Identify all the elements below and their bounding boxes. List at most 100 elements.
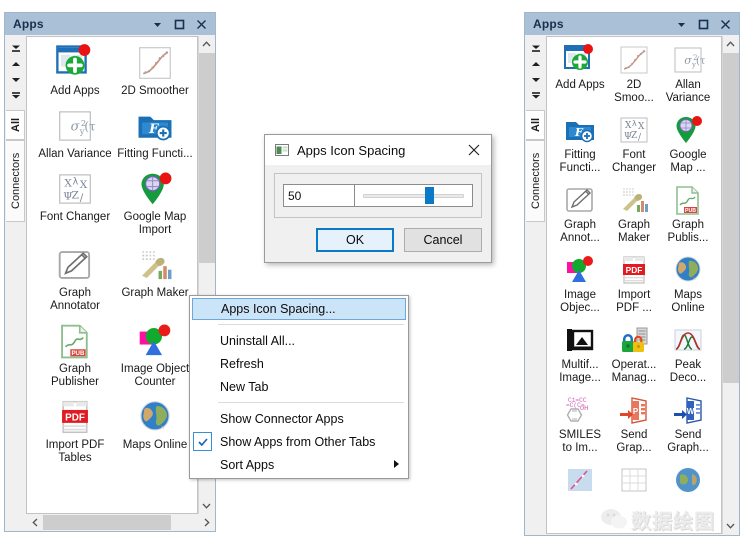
scroll-bottom-icon[interactable]	[528, 88, 544, 104]
apps-icon-area[interactable]: Add Apps 2D Smoother σ 2 y (τ) Allan Var…	[26, 36, 198, 514]
dropdown-icon[interactable]	[675, 18, 688, 31]
app-item[interactable]: σ 2 y (τ) Allan Variance	[35, 106, 115, 161]
menu-item[interactable]: Refresh	[190, 352, 408, 375]
add-apps-icon[interactable]	[55, 43, 95, 83]
app-item[interactable]: W Send Graph...	[661, 393, 715, 455]
app-item[interactable]: Graph Annot...	[553, 183, 607, 245]
app-item[interactable]: Add Apps	[35, 43, 115, 98]
add-apps-icon[interactable]	[563, 43, 597, 77]
font-changer-icon[interactable]: X λ X Ψ Z /	[55, 169, 95, 209]
operation-manager-icon[interactable]	[617, 323, 651, 357]
menu-item[interactable]: Show Connector Apps	[190, 407, 408, 430]
scroll-down-icon[interactable]	[8, 72, 24, 88]
import-pdf-tables-icon[interactable]: PDF	[55, 397, 95, 437]
app-item[interactable]: Graph Annotator	[35, 245, 115, 313]
restore-icon[interactable]	[173, 18, 186, 31]
app-item[interactable]: 2D Smoo...	[607, 43, 661, 105]
app-item[interactable]: Image Objec...	[553, 253, 607, 315]
cancel-button[interactable]: Cancel	[404, 228, 482, 252]
hscroll-thumb[interactable]	[43, 515, 171, 530]
app-item-partial[interactable]	[607, 463, 661, 499]
app-item[interactable]: 2D Smoother	[115, 43, 195, 98]
google-map-import-icon[interactable]	[671, 113, 705, 147]
apps-icon-area[interactable]: Add Apps 2D Smoo... σ 2 y (τ) Allan Vari…	[546, 36, 722, 534]
scrollbar-down-icon[interactable]	[723, 517, 739, 534]
graph-maker-icon[interactable]	[617, 183, 651, 217]
ok-button[interactable]: OK	[316, 228, 394, 252]
partial-globe-icon[interactable]	[671, 463, 705, 497]
app-item[interactable]: X λ X Ψ Z / Font Changer	[35, 169, 115, 237]
app-item[interactable]: Graph Maker	[607, 183, 661, 245]
graph-annotator-icon[interactable]	[563, 183, 597, 217]
scroll-top-icon[interactable]	[528, 40, 544, 56]
scroll-up-icon[interactable]	[8, 56, 24, 72]
app-item[interactable]: Maps Online	[661, 253, 715, 315]
vertical-scrollbar[interactable]	[722, 36, 738, 534]
app-item[interactable]: PDF Import PDF Tables	[35, 397, 115, 465]
send-graph-word-icon[interactable]: W	[671, 393, 705, 427]
context-menu[interactable]: Apps Icon Spacing... Uninstall All...Refr…	[189, 295, 409, 479]
tab-connectors[interactable]: Connectors	[6, 140, 25, 222]
graph-publisher-icon[interactable]: PUB	[55, 321, 95, 361]
fitting-function-icon[interactable]: F	[563, 113, 597, 147]
app-item[interactable]: Graph Maker	[115, 245, 195, 313]
close-icon[interactable]	[719, 18, 732, 31]
app-item[interactable]: Google Map Import	[115, 169, 195, 237]
app-item[interactable]: PUB Graph Publis...	[661, 183, 715, 245]
slider-thumb[interactable]	[425, 187, 434, 204]
font-changer-icon[interactable]: X λ X Ψ Z /	[617, 113, 651, 147]
send-graph-ppt-icon[interactable]: P	[617, 393, 651, 427]
app-item[interactable]: C1=CC =C(C= OH SMILES to Im...	[553, 393, 607, 455]
image-object-counter-icon[interactable]	[135, 321, 175, 361]
fitting-function-icon[interactable]: F	[135, 106, 175, 146]
tab-connectors[interactable]: Connectors	[526, 140, 545, 222]
scroll-top-icon[interactable]	[8, 40, 24, 56]
image-object-counter-icon[interactable]	[563, 253, 597, 287]
scrollbar-thumb[interactable]	[199, 53, 215, 263]
allan-variance-icon[interactable]: σ 2 y (τ)	[55, 106, 95, 146]
maps-online-icon[interactable]	[671, 253, 705, 287]
scrollbar-thumb[interactable]	[723, 53, 739, 383]
restore-icon[interactable]	[697, 18, 710, 31]
spacing-slider[interactable]	[355, 184, 473, 207]
dropdown-icon[interactable]	[151, 18, 164, 31]
maps-online-icon[interactable]	[135, 397, 175, 437]
menu-item[interactable]: Apps Icon Spacing...	[192, 298, 406, 320]
app-item[interactable]: Maps Online	[115, 397, 195, 465]
menu-item[interactable]: Sort Apps	[190, 453, 408, 476]
partial-grid-icon[interactable]	[617, 463, 651, 497]
app-item[interactable]: P Send Grap...	[607, 393, 661, 455]
menu-item[interactable]: New Tab	[190, 375, 408, 398]
partial-plot-icon[interactable]	[563, 463, 597, 497]
app-item[interactable]: Multif... Image...	[553, 323, 607, 385]
scrollbar-down-icon[interactable]	[199, 497, 215, 514]
app-item[interactable]: Add Apps	[553, 43, 607, 105]
app-item[interactable]: F Fitting Functi...	[553, 113, 607, 175]
peak-deconvolution-icon[interactable]	[671, 323, 705, 357]
app-item[interactable]: F Fitting Functi...	[115, 106, 195, 161]
scroll-down-icon[interactable]	[528, 72, 544, 88]
app-item[interactable]: Google Map ...	[661, 113, 715, 175]
scrollbar-track[interactable]	[723, 53, 739, 517]
scrollbar-up-icon[interactable]	[199, 36, 215, 53]
multifile-image-icon[interactable]	[563, 323, 597, 357]
hscroll-right-icon[interactable]	[198, 515, 214, 530]
tab-all[interactable]: All	[6, 110, 25, 140]
tab-all[interactable]: All	[526, 110, 545, 140]
app-item[interactable]: PDF Import PDF ...	[607, 253, 661, 315]
scrollbar-up-icon[interactable]	[723, 36, 739, 53]
2d-smoother-icon[interactable]	[617, 43, 651, 77]
graph-maker-icon[interactable]	[135, 245, 175, 285]
app-item[interactable]: Peak Deco...	[661, 323, 715, 385]
allan-variance-icon[interactable]: σ 2 y (τ)	[671, 43, 705, 77]
menu-item[interactable]: Uninstall All...	[190, 329, 408, 352]
horizontal-scrollbar[interactable]	[27, 515, 214, 530]
scroll-bottom-icon[interactable]	[8, 88, 24, 104]
app-item[interactable]: X λ X Ψ Z / Font Changer	[607, 113, 661, 175]
app-item[interactable]: Image Object Counter	[115, 321, 195, 389]
dialog-close-icon[interactable]	[459, 136, 489, 164]
2d-smoother-icon[interactable]	[135, 43, 175, 83]
hscroll-track[interactable]	[43, 515, 198, 530]
graph-annotator-icon[interactable]	[55, 245, 95, 285]
smiles-to-image-icon[interactable]: C1=CC =C(C= OH	[563, 393, 597, 427]
